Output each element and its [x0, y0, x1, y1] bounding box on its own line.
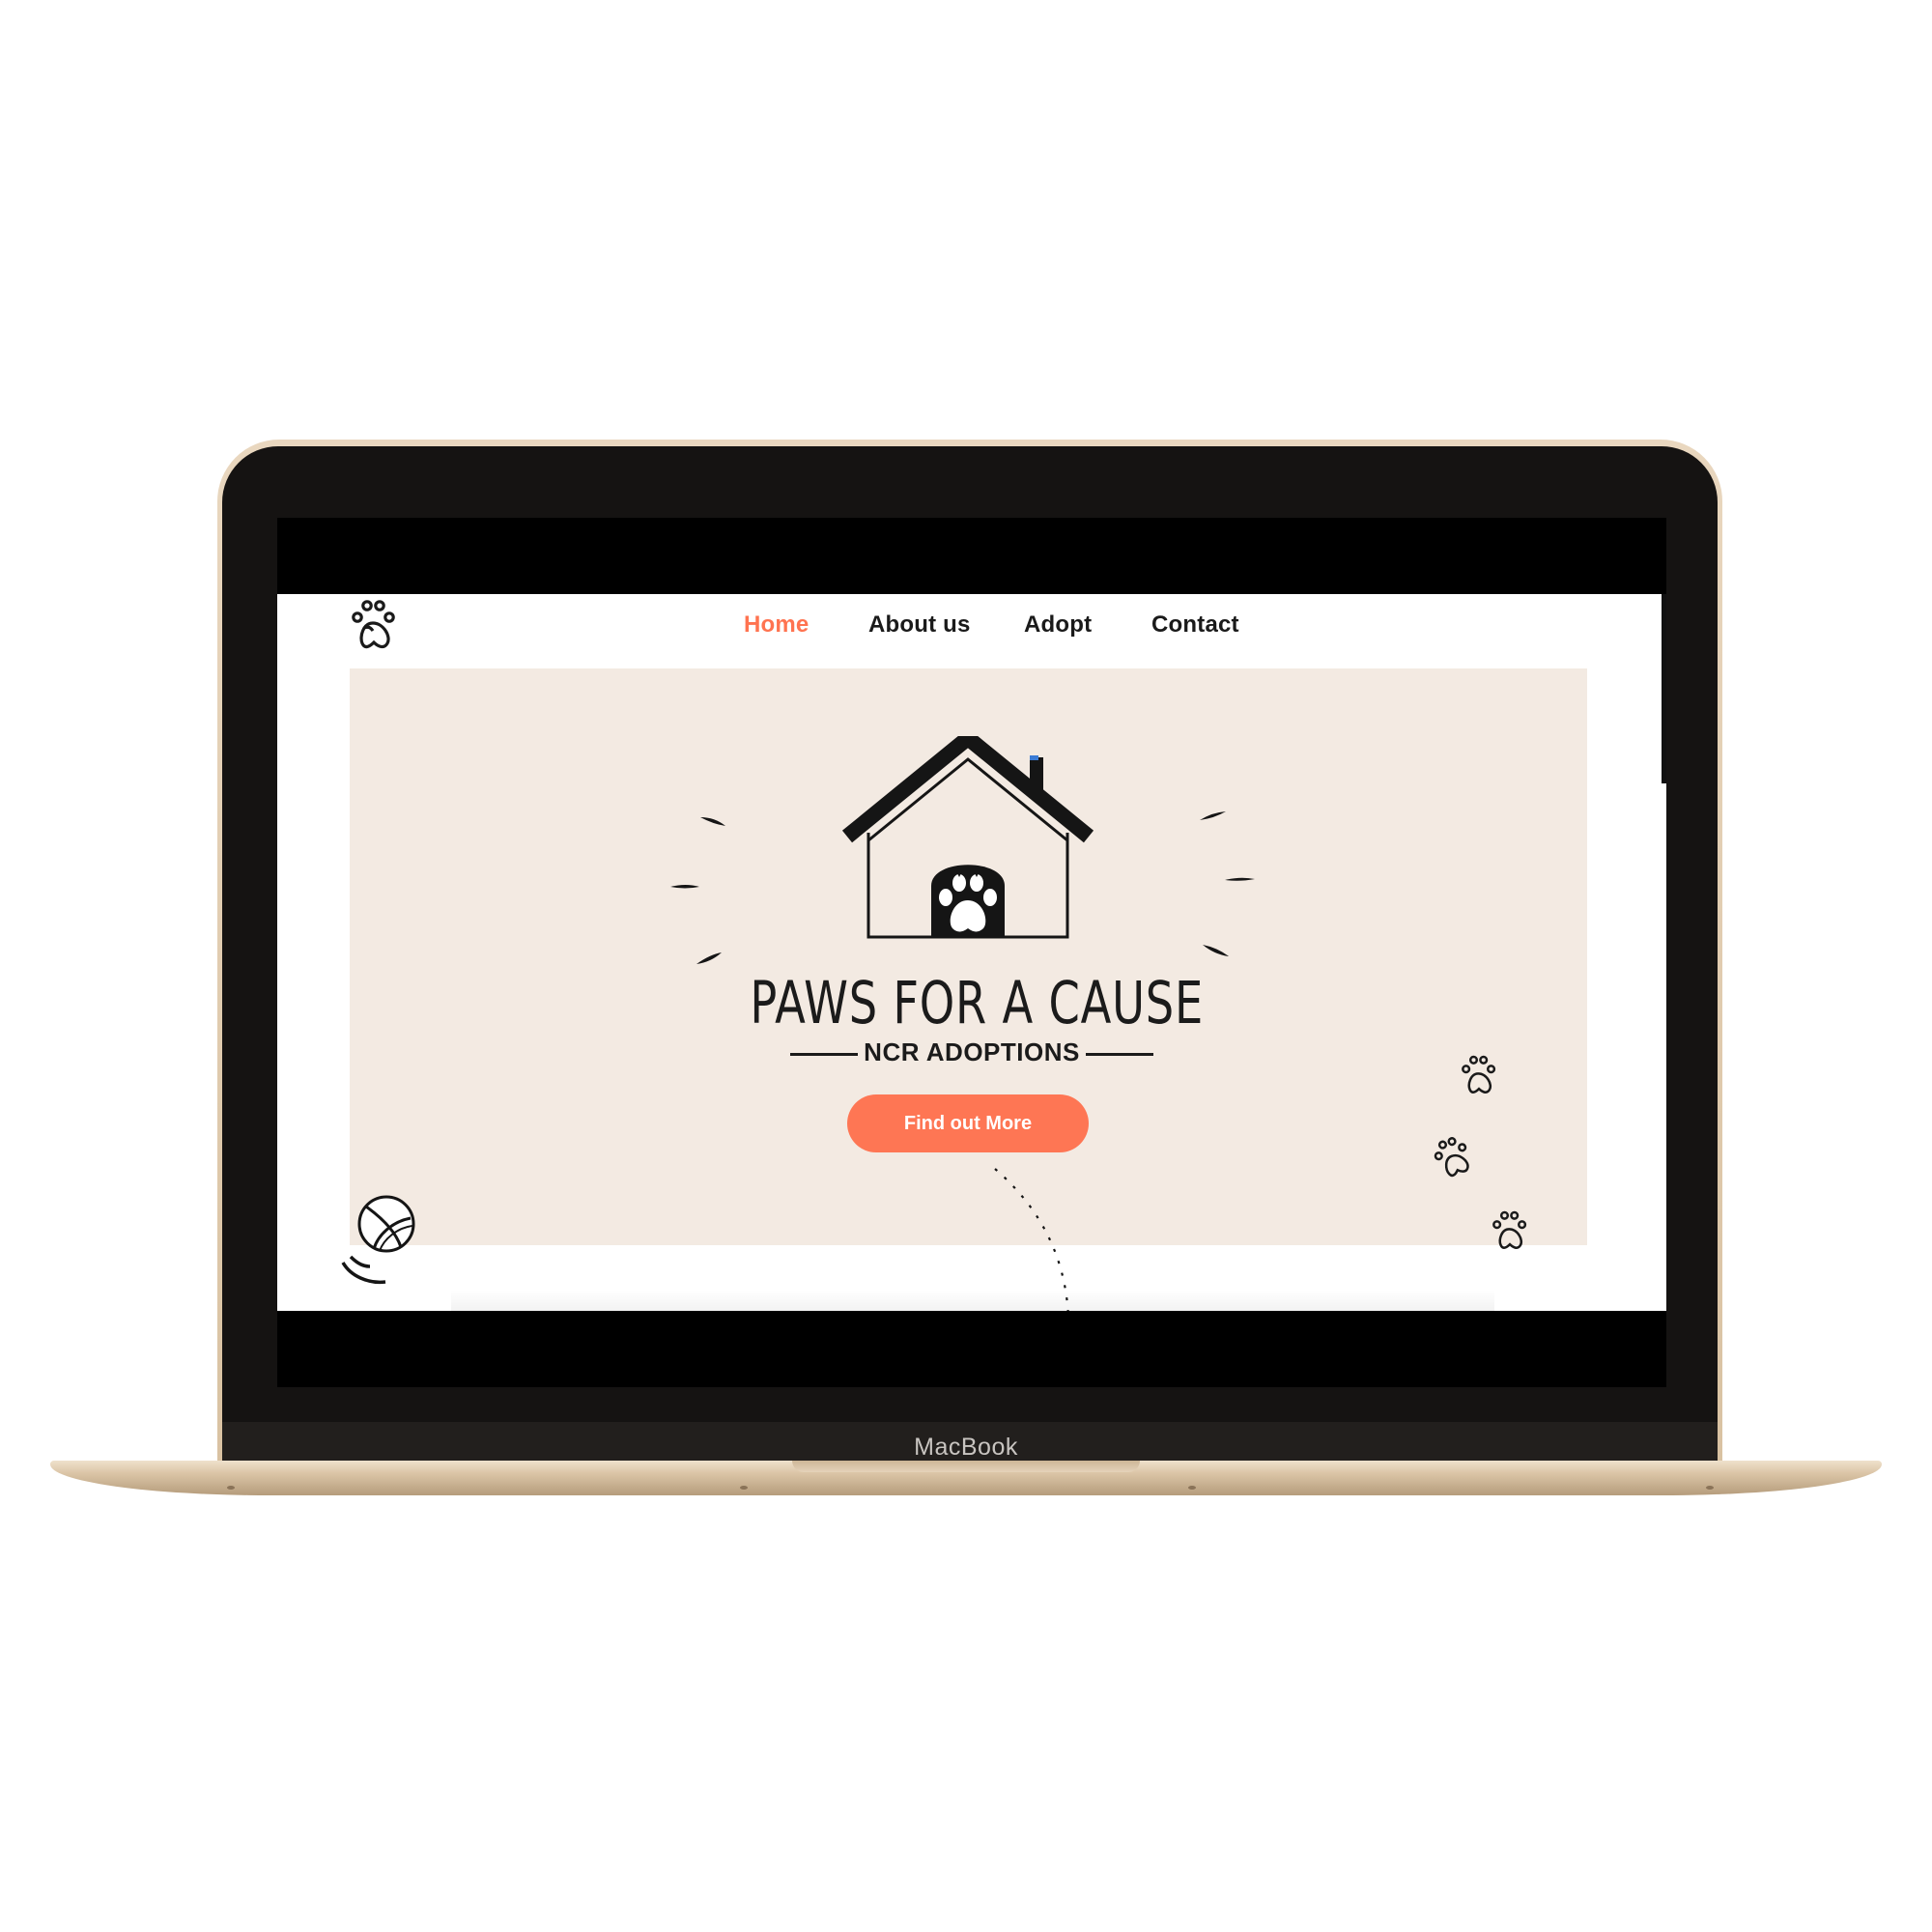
- hero-decoration: [670, 811, 1255, 1311]
- nav-item-home[interactable]: Home: [744, 611, 809, 639]
- laptop-foot: [740, 1486, 748, 1490]
- main-nav: Home About us Adopt Contact: [277, 611, 1666, 642]
- device-brand-label: MacBook: [914, 1434, 1018, 1461]
- nav-item-contact[interactable]: Contact: [1151, 611, 1239, 639]
- laptop-notch: [792, 1461, 1140, 1472]
- screen: Home About us Adopt Contact PAWS FOR A C…: [277, 518, 1666, 1387]
- laptop-foot: [1188, 1486, 1196, 1490]
- hero-section: PAWS FOR A CAUSE NCR ADOPTIONS Find out …: [350, 668, 1587, 1311]
- nav-item-about-us[interactable]: About us: [868, 611, 971, 639]
- paw-print-icon: [1434, 1137, 1469, 1178]
- browser-viewport: Home About us Adopt Contact PAWS FOR A C…: [277, 594, 1666, 1311]
- paw-print-icon: [1462, 1055, 1496, 1094]
- content-card-shadow: [451, 1290, 1494, 1311]
- hero-subtitle-block: NCR ADOPTIONS: [790, 1037, 1153, 1070]
- laptop-foot: [1706, 1486, 1714, 1490]
- nav-item-adopt[interactable]: Adopt: [1024, 611, 1092, 639]
- paw-print-icon: [1492, 1210, 1527, 1249]
- hero-title: PAWS FOR A CAUSE: [750, 969, 1205, 1037]
- yarn-ball-icon: [341, 1195, 415, 1285]
- hero-subtitle: NCR ADOPTIONS: [864, 1037, 1080, 1066]
- find-out-more-button[interactable]: Find out More: [847, 1094, 1089, 1152]
- laptop-foot: [227, 1486, 235, 1490]
